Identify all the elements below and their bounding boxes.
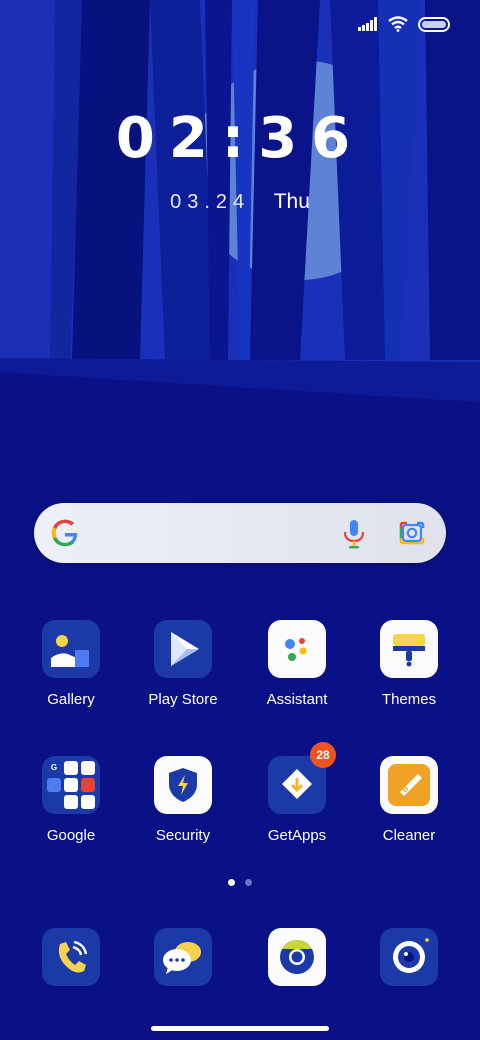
app-security[interactable]: Security [128, 756, 238, 844]
clock-minute-tens: 3 [258, 106, 312, 171]
page-dot-active [228, 879, 235, 886]
page-indicator [0, 879, 480, 886]
clock-widget[interactable]: 02:36 [0, 106, 480, 171]
clock-hour-ones: 2 [168, 106, 222, 171]
clock-minute-ones: 6 [311, 106, 365, 171]
dock-chrome[interactable] [242, 928, 352, 986]
dock-phone[interactable] [16, 928, 126, 986]
drive-mini-icon [64, 778, 78, 792]
signal-icon [358, 17, 377, 31]
dock-camera[interactable] [354, 928, 464, 986]
youtube-mini-icon [81, 778, 95, 792]
microphone-icon[interactable] [342, 519, 366, 549]
wifi-icon [388, 16, 408, 32]
notification-badge: 28 [310, 742, 336, 768]
app-label: Themes [381, 691, 437, 708]
weekday-text: Thu [273, 190, 310, 213]
app-label: Assistant [266, 691, 328, 708]
duo-mini-icon [47, 795, 61, 809]
play-store-icon [154, 620, 212, 678]
app-gallery[interactable]: Gallery [16, 620, 126, 708]
google-lens-icon[interactable] [398, 520, 426, 546]
phone-icon [42, 928, 100, 986]
home-indicator[interactable] [151, 1026, 329, 1031]
one-mini-icon [81, 795, 95, 809]
app-label: GetApps [267, 827, 327, 844]
google-mini-icon: G [50, 763, 58, 772]
gallery-icon [42, 620, 100, 678]
assistant-icon [268, 620, 326, 678]
messages-icon [154, 928, 212, 986]
app-label: Gallery [47, 691, 95, 708]
clock-hour-tens: 0 [115, 106, 169, 171]
gmail-mini-icon [64, 761, 78, 775]
camera-icon [380, 928, 438, 986]
dock-messages[interactable] [128, 928, 238, 986]
themes-icon [380, 620, 438, 678]
app-label: Play Store [148, 691, 218, 708]
maps-mini-icon [81, 761, 95, 775]
app-play-store[interactable]: Play Store [128, 620, 238, 708]
app-cleaner[interactable]: Cleaner [354, 756, 464, 844]
google-search-bar[interactable] [34, 503, 446, 563]
cleaner-icon [380, 756, 438, 814]
meet-mini-icon [47, 778, 61, 792]
clock-separator: : [221, 106, 259, 171]
date-row[interactable]: 03.24 Thu [0, 190, 480, 214]
photos-mini-icon [64, 795, 78, 809]
security-icon [154, 756, 212, 814]
getapps-icon: 28 [268, 742, 336, 814]
app-label: Security [155, 827, 211, 844]
chrome-icon [268, 928, 326, 986]
app-assistant[interactable]: Assistant [242, 620, 352, 708]
app-google-folder[interactable]: G Google [16, 756, 126, 844]
date-text: 03.24 [170, 191, 251, 213]
google-g-icon[interactable] [50, 517, 80, 549]
battery-icon [418, 16, 450, 32]
app-label: Google [46, 827, 96, 844]
google-folder-icon: G [42, 756, 100, 814]
app-getapps[interactable]: 28 GetApps [242, 742, 352, 844]
app-themes[interactable]: Themes [354, 620, 464, 708]
app-label: Cleaner [382, 827, 436, 844]
page-dot [245, 879, 252, 886]
status-bar [0, 0, 480, 54]
